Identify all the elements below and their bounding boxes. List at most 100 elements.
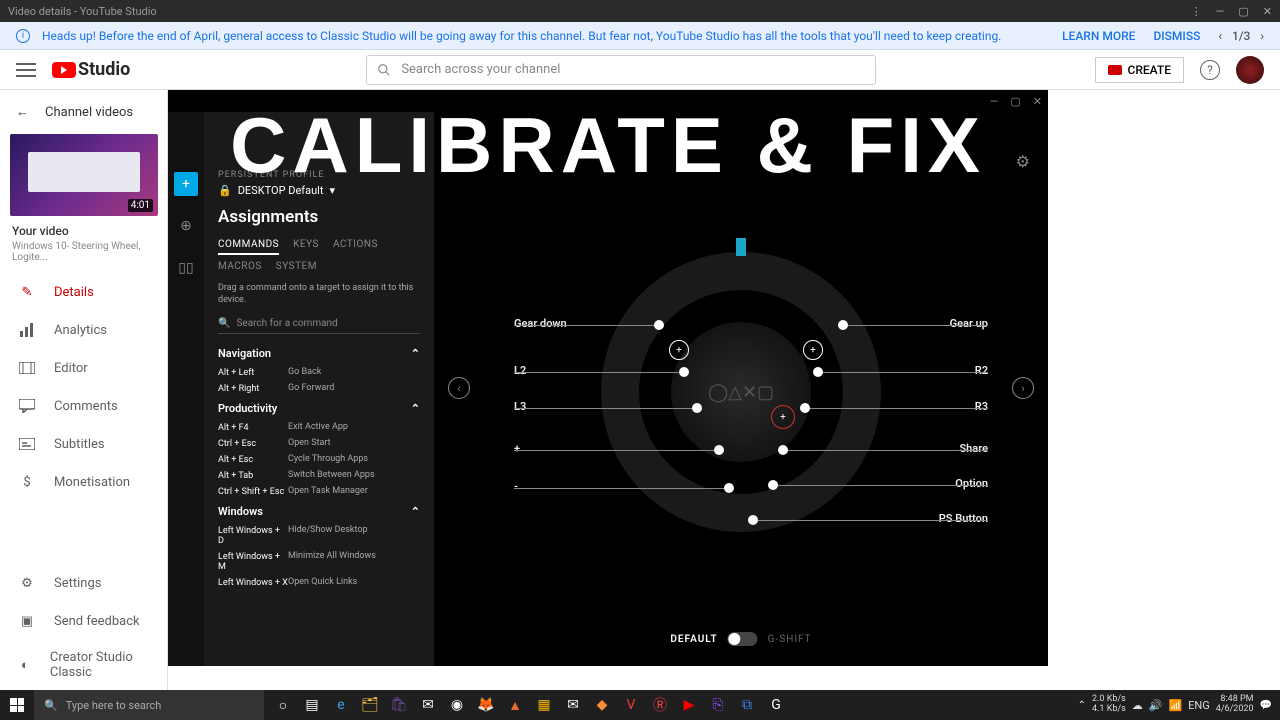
tray-expand-icon[interactable]: ⌃ bbox=[1078, 700, 1086, 711]
window-maximize-icon[interactable]: ▢ bbox=[1238, 5, 1248, 18]
node-ring-l2[interactable]: + bbox=[669, 340, 689, 360]
node-option[interactable] bbox=[768, 480, 778, 490]
window-close-icon[interactable]: ✕ bbox=[1263, 5, 1272, 18]
tab-keys[interactable]: KEYS bbox=[293, 239, 319, 255]
studio-logo-text: Studio bbox=[78, 59, 130, 80]
assignment-tabs: COMMANDS KEYS ACTIONS bbox=[218, 239, 420, 255]
hamburger-menu-icon[interactable] bbox=[16, 63, 36, 77]
section-windows[interactable]: Windows⌃ bbox=[218, 500, 420, 523]
node-plus[interactable] bbox=[714, 445, 724, 455]
twitch-icon[interactable]: ⎘ bbox=[705, 690, 731, 720]
analytics-icon bbox=[18, 321, 36, 339]
edge-icon[interactable]: e bbox=[328, 690, 354, 720]
wifi-icon[interactable]: 📶 bbox=[1168, 699, 1182, 712]
logitech-icon[interactable]: G bbox=[763, 690, 789, 720]
user-avatar[interactable] bbox=[1236, 56, 1264, 84]
node-highlight[interactable]: + bbox=[771, 405, 795, 429]
node-ps[interactable] bbox=[748, 515, 758, 525]
taskbar-search-input[interactable]: 🔍 Type here to search bbox=[34, 690, 264, 720]
node-minus[interactable] bbox=[724, 483, 734, 493]
cortana-icon[interactable]: ○ bbox=[270, 690, 296, 720]
sidebar-item-monetisation[interactable]: $ Monetisation bbox=[0, 463, 167, 501]
sidebar-item-subtitles[interactable]: Subtitles bbox=[0, 425, 167, 463]
aol-icon[interactable]: ✉ bbox=[560, 690, 586, 720]
start-button[interactable] bbox=[0, 690, 34, 720]
tab-macros[interactable]: MACROS bbox=[218, 261, 262, 275]
wheel-view-icon[interactable]: ⊕ bbox=[174, 214, 198, 238]
command-row[interactable]: Ctrl + EscOpen Start bbox=[218, 436, 420, 452]
banner-next-icon[interactable]: › bbox=[1260, 29, 1264, 43]
command-row[interactable]: Left Windows + DHide/Show Desktop bbox=[218, 523, 420, 549]
chevron-up-icon: ⌃ bbox=[411, 505, 420, 518]
language-icon[interactable]: ENG bbox=[1188, 699, 1210, 712]
command-row[interactable]: Alt + EscCycle Through Apps bbox=[218, 452, 420, 468]
command-row[interactable]: Ctrl + Shift + EscOpen Task Manager bbox=[218, 484, 420, 500]
sidebar-item-label: Details bbox=[54, 285, 94, 300]
command-row[interactable]: Alt + LeftGo Back bbox=[218, 365, 420, 381]
back-to-channel-videos[interactable]: ← Channel videos bbox=[0, 90, 167, 134]
node-gear-down[interactable] bbox=[654, 320, 664, 330]
sidebar-item-editor[interactable]: Editor bbox=[0, 349, 167, 387]
vscode-icon[interactable]: ⧉ bbox=[734, 690, 760, 720]
command-row[interactable]: Alt + TabSwitch Between Apps bbox=[218, 468, 420, 484]
window-minimize-icon[interactable]: — bbox=[1216, 5, 1225, 18]
studio-logo[interactable]: Studio bbox=[52, 59, 130, 80]
section-productivity[interactable]: Productivity⌃ bbox=[218, 397, 420, 420]
search-input[interactable]: Search across your channel bbox=[366, 55, 876, 85]
clock[interactable]: 8:48 PM 4/6/2020 bbox=[1216, 695, 1254, 715]
pedals-view-icon[interactable]: ▯▯ bbox=[174, 256, 198, 280]
sidebar-item-feedback[interactable]: ▣ Send feedback bbox=[0, 602, 167, 640]
node-ring-r2[interactable]: + bbox=[803, 340, 823, 360]
mode-gshift-label: G-SHIFT bbox=[768, 634, 812, 645]
notifications-icon[interactable]: 💬 bbox=[1260, 700, 1272, 711]
command-row[interactable]: Left Windows + MMinimize All Windows bbox=[218, 549, 420, 575]
command-search-input[interactable]: 🔍 Search for a command bbox=[218, 314, 420, 334]
tab-actions[interactable]: ACTIONS bbox=[333, 239, 378, 255]
command-row[interactable]: Left Windows + XOpen Quick Links bbox=[218, 575, 420, 591]
firefox-icon[interactable]: 🦊 bbox=[473, 690, 499, 720]
window-more-icon[interactable]: ⋮ bbox=[1191, 5, 1202, 18]
task-view-icon[interactable]: ▤ bbox=[299, 690, 325, 720]
node-r3[interactable] bbox=[800, 403, 810, 413]
node-l2[interactable] bbox=[679, 367, 689, 377]
dismiss-button[interactable]: DISMISS bbox=[1153, 29, 1200, 43]
command-row[interactable]: Alt + RightGo Forward bbox=[218, 381, 420, 397]
learn-more-link[interactable]: LEARN MORE bbox=[1062, 29, 1135, 43]
tab-commands[interactable]: COMMANDS bbox=[218, 239, 279, 255]
store-icon[interactable]: 🛍 bbox=[386, 690, 412, 720]
command-row[interactable]: Alt + F4Exit Active App bbox=[218, 420, 420, 436]
node-gear-up[interactable] bbox=[838, 320, 848, 330]
window-title: Video details - YouTube Studio bbox=[8, 5, 157, 18]
sidebar-item-comments[interactable]: Comments bbox=[0, 387, 167, 425]
app-red-icon[interactable]: Ⓡ bbox=[647, 690, 673, 720]
label-gear-up: Gear up bbox=[950, 317, 988, 330]
node-l3[interactable] bbox=[692, 403, 702, 413]
mail-icon[interactable]: ✉ bbox=[415, 690, 441, 720]
video-thumbnail[interactable]: 4:01 bbox=[10, 134, 157, 216]
explorer-icon[interactable]: 🗂 bbox=[357, 690, 383, 720]
tab-system[interactable]: SYSTEM bbox=[276, 261, 317, 275]
node-r2[interactable] bbox=[813, 367, 823, 377]
volume-icon[interactable]: 🔊 bbox=[1149, 699, 1163, 712]
info-icon: i bbox=[16, 29, 30, 43]
section-navigation[interactable]: Navigation⌃ bbox=[218, 342, 420, 365]
youtube-icon[interactable]: ▶ bbox=[676, 690, 702, 720]
sketch-icon[interactable]: ◆ bbox=[589, 690, 615, 720]
onedrive-icon[interactable]: ☁ bbox=[1132, 699, 1143, 712]
node-share[interactable] bbox=[778, 445, 788, 455]
sidebar-item-analytics[interactable]: Analytics bbox=[0, 311, 167, 349]
wheel-view: ⚙ ‹ › ◯△✕▢ Gear down L2 + bbox=[434, 112, 1048, 666]
help-icon[interactable]: ? bbox=[1200, 60, 1220, 80]
banner-prev-icon[interactable]: ‹ bbox=[1218, 29, 1222, 43]
sidebar-item-details[interactable]: ✎ Details bbox=[0, 273, 167, 311]
wheel-next-button[interactable]: › bbox=[1012, 377, 1034, 399]
chrome-icon[interactable]: ◉ bbox=[444, 690, 470, 720]
mode-toggle[interactable] bbox=[728, 632, 758, 646]
sidebar-item-classic[interactable]: ◐ Creator Studio Classic bbox=[0, 640, 167, 690]
brave-icon[interactable]: ▲ bbox=[502, 690, 528, 720]
vivaldi-icon[interactable]: V bbox=[618, 690, 644, 720]
wheel-prev-button[interactable]: ‹ bbox=[448, 377, 470, 399]
sidebar-item-settings[interactable]: ⚙ Settings bbox=[0, 564, 167, 602]
create-button[interactable]: CREATE bbox=[1095, 57, 1184, 83]
app-icon[interactable]: ▦ bbox=[531, 690, 557, 720]
